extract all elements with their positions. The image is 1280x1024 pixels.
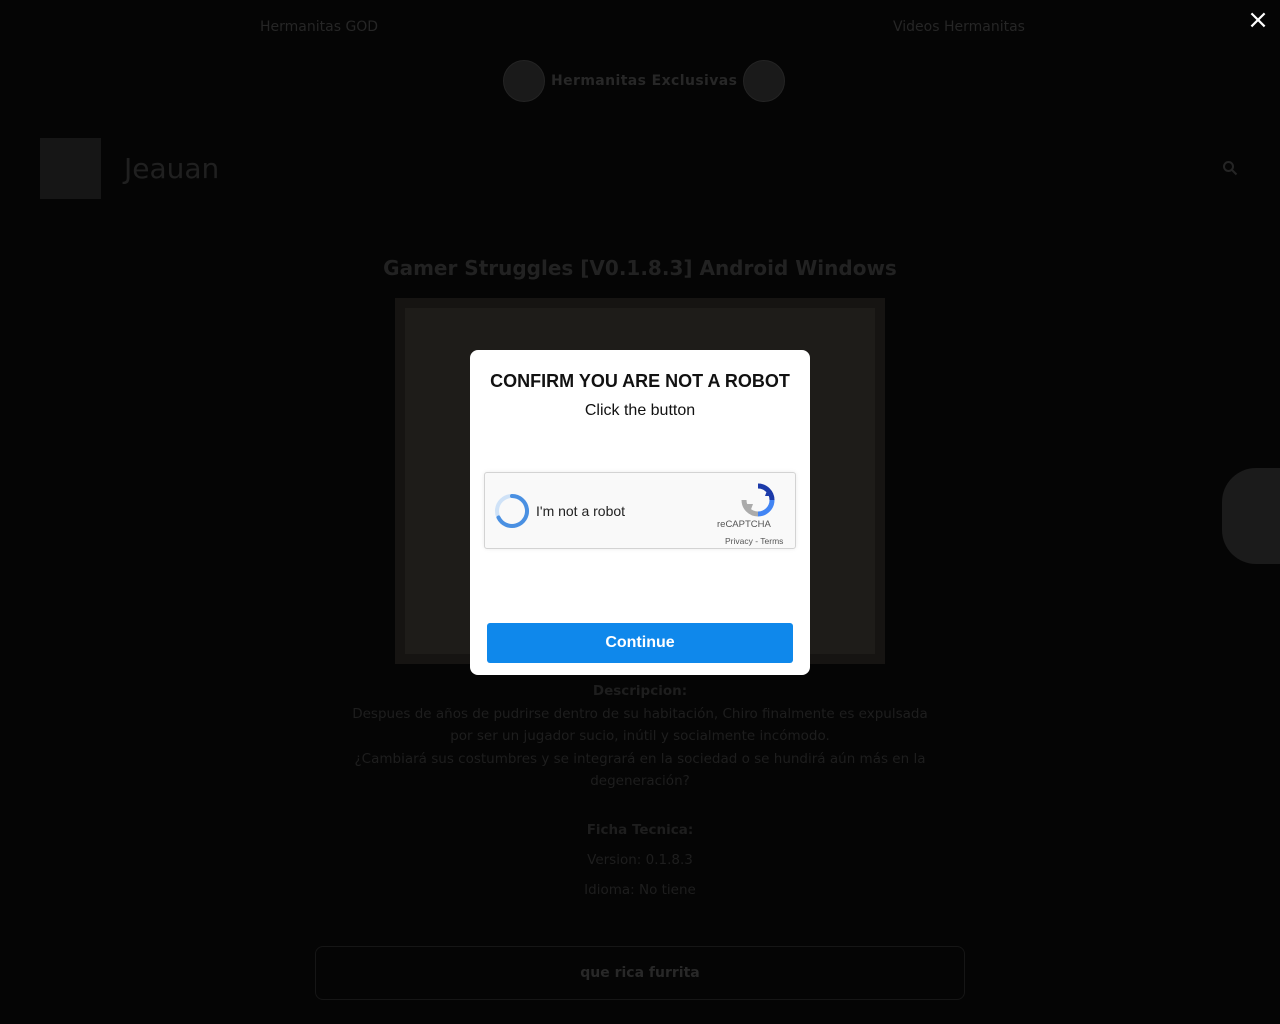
continue-button[interactable]: Continue [487, 623, 793, 663]
recaptcha-privacy-terms-links[interactable]: Privacy - Terms [725, 536, 797, 546]
tech-sheet-heading: Ficha Tecnica: [586, 822, 694, 838]
description-line: ¿Cambiará sus costumbres y se integrará … [354, 750, 926, 767]
nav-link-hermanitas-god[interactable]: Hermanitas GOD [260, 19, 378, 35]
robot-check-modal: CONFIRM YOU ARE NOT A ROBOT Click the bu… [470, 350, 810, 675]
download-button[interactable]: que rica furrita [315, 946, 965, 1000]
site-name[interactable]: Jeauan [124, 152, 219, 185]
modal-subtitle: Click the button [584, 402, 696, 419]
search-icon[interactable] [1222, 160, 1238, 176]
recaptcha-brand: reCAPTCHA [717, 519, 771, 530]
description-block: Descripcion: Despues de años de pudrirse… [330, 680, 950, 793]
modal-title: CONFIRM YOU ARE NOT A ROBOT [490, 371, 790, 391]
exclusive-banner[interactable]: Hermanitas Exclusivas [503, 60, 786, 102]
side-mascot-avatar[interactable] [1222, 468, 1280, 564]
tech-sheet: Ficha Tecnica: Version: 0.1.8.3 Idioma: … [330, 815, 950, 905]
nav-link-videos-hermanitas[interactable]: Videos Hermanitas [893, 19, 1025, 35]
description-line: degeneración? [590, 773, 690, 789]
banner-avatar-left [503, 60, 545, 102]
site-logo[interactable] [40, 138, 101, 199]
post-title: Gamer Struggles [V0.1.8.3] Android Windo… [383, 256, 897, 280]
tech-sheet-line: Version: 0.1.8.3 [587, 852, 693, 868]
recaptcha-logo-icon [741, 483, 775, 517]
recaptcha-widget[interactable]: I'm not a robot reCAPTCHA Privacy - Term… [484, 472, 796, 549]
description-line: por ser un jugador sucio, inútil y socia… [450, 728, 830, 744]
captcha-label[interactable]: I'm not a robot [536, 503, 625, 519]
close-icon[interactable]: × [1246, 7, 1270, 33]
banner-avatar-right [743, 60, 786, 102]
tech-sheet-line: Idioma: No tiene [584, 882, 696, 898]
description-line: Despues de años de pudrirse dentro de su… [352, 705, 928, 722]
banner-text: Hermanitas Exclusivas [551, 73, 738, 89]
description-heading: Descripcion: [592, 683, 688, 699]
captcha-loading-spinner-icon[interactable] [494, 493, 530, 529]
